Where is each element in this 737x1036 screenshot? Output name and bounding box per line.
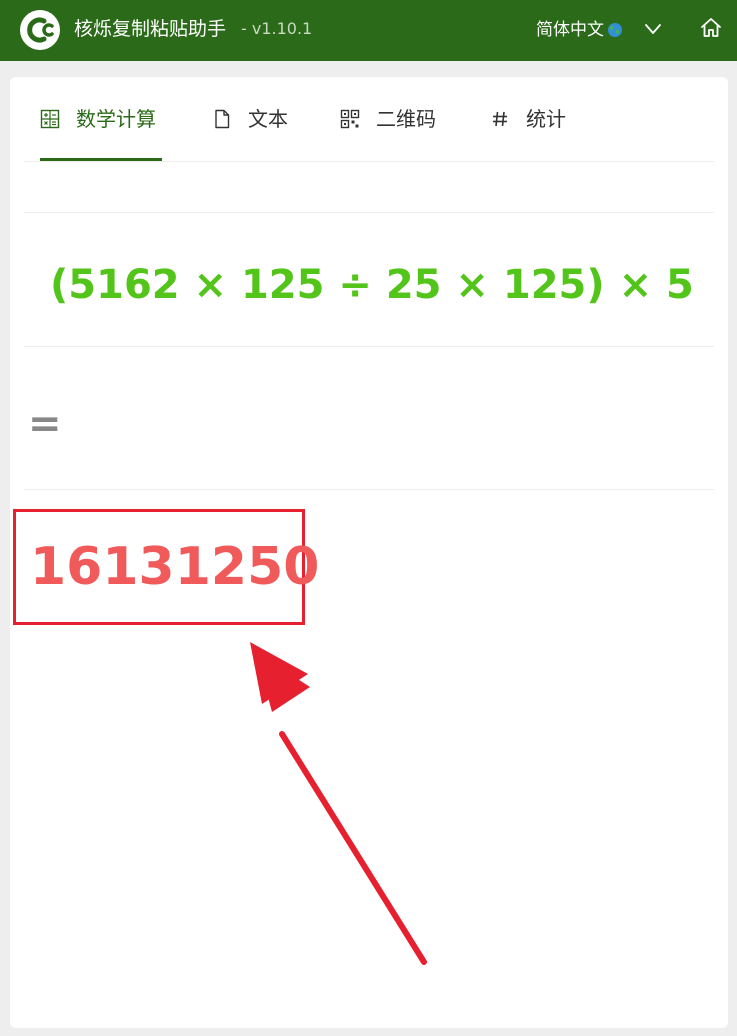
tab-stats-label: 统计 [526, 107, 566, 131]
globe-icon [608, 23, 622, 37]
language-selector[interactable]: 简体中文 [536, 16, 623, 44]
app-title: 核烁复制粘贴助手 [74, 18, 227, 40]
result-highlight-box: 16131250 [13, 509, 319, 625]
divider [24, 489, 714, 490]
qrcode-icon [340, 109, 360, 129]
cc-logo-icon [20, 10, 60, 50]
hash-icon [493, 111, 507, 127]
tab-qrcode-label: 二维码 [376, 107, 436, 131]
chevron-down-icon[interactable] [644, 22, 662, 36]
divider [24, 212, 714, 213]
equals-sign: = [28, 401, 62, 447]
tab-text-label: 文本 [248, 107, 288, 131]
tab-qrcode[interactable]: 二维码 [340, 77, 436, 161]
home-icon[interactable] [699, 16, 723, 40]
language-label: 简体中文 [536, 20, 604, 40]
app-version: - v1.10.1 [241, 19, 313, 38]
tab-bar: 数学计算 文本 二维码 统计 [24, 77, 714, 162]
app-header: 核烁复制粘贴助手 - v1.10.1 简体中文 [0, 0, 737, 61]
tab-text[interactable]: 文本 [212, 77, 288, 161]
tab-stats[interactable]: 统计 [490, 77, 566, 161]
main-card: 数学计算 文本 二维码 统计 (5162 × 125 ÷ 25 × 125) ×… [10, 77, 728, 1028]
calculation-result: 16131250 [30, 537, 320, 597]
tab-math-label: 数学计算 [76, 107, 156, 131]
divider [24, 346, 714, 347]
calculator-icon [40, 109, 60, 129]
math-expression: (5162 × 125 ÷ 25 × 125) × 5 [50, 262, 694, 308]
tab-math[interactable]: 数学计算 [40, 77, 162, 161]
document-icon [215, 109, 230, 129]
annotation-arrow-icon [250, 642, 427, 965]
